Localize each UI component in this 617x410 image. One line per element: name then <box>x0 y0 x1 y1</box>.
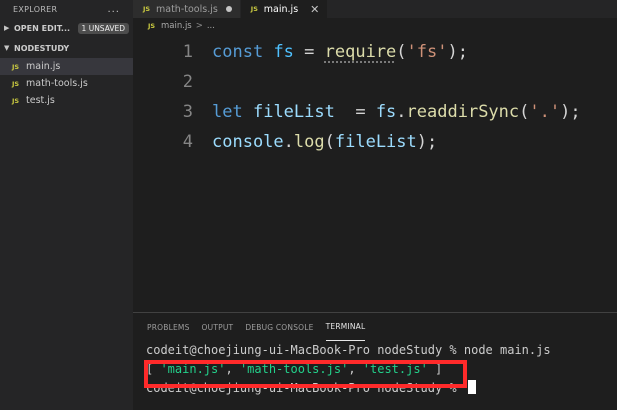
open-editors-label: OPEN EDIT... <box>14 23 71 33</box>
token: ( <box>324 132 335 152</box>
token: const <box>212 42 264 62</box>
file-name: main.js <box>26 61 61 72</box>
line-number: 4 <box>182 132 193 152</box>
project-section[interactable]: ▼ NODESTUDY <box>0 38 133 58</box>
token: ); <box>416 132 438 152</box>
token: '.' <box>529 102 561 122</box>
token: fileList <box>334 132 417 152</box>
breadcrumb-file[interactable]: main.js <box>161 21 192 31</box>
file-item-main-js[interactable]: JS main.js <box>0 58 133 75</box>
tab-output[interactable]: OUTPUT <box>202 313 234 341</box>
code-line: 3 let fileList = fs.readdirSync('.'); <box>133 97 617 127</box>
panel-tabbar: PROBLEMS OUTPUT DEBUG CONSOLE TERMINAL <box>133 313 617 341</box>
code-line: 4 console.log(fileList); <box>133 127 617 157</box>
open-editors-section[interactable]: ▶ OPEN EDIT... 1 UNSAVED <box>0 18 133 38</box>
code-text: console.log(fileList); <box>193 132 437 152</box>
tab-label: math-tools.js <box>156 3 218 15</box>
code-editor[interactable]: 1 const fs = require('fs'); 2 3 let file… <box>133 37 617 157</box>
tab-math-tools-js[interactable]: JS math-tools.js <box>133 0 241 18</box>
terminal-cursor <box>467 380 476 394</box>
close-icon[interactable]: ✕ <box>310 3 319 16</box>
explorer-header: EXPLORER ... <box>0 0 133 18</box>
token: = <box>293 42 325 62</box>
explorer-sidebar: EXPLORER ... ▶ OPEN EDIT... 1 UNSAVED ▼ … <box>0 0 133 410</box>
token: ( <box>519 102 530 122</box>
file-item-math-tools-js[interactable]: JS math-tools.js <box>0 75 133 92</box>
breadcrumb-separator: > <box>195 20 203 31</box>
token: require <box>324 42 397 62</box>
editor-tabbar: JS math-tools.js JS main.js ✕ <box>133 0 617 18</box>
line-number: 3 <box>182 102 193 122</box>
js-file-icon: JS <box>250 5 258 13</box>
more-actions-icon[interactable]: ... <box>107 4 120 15</box>
token: fs <box>375 102 397 122</box>
js-file-icon: JS <box>12 62 20 71</box>
tab-label: main.js <box>263 3 299 15</box>
file-name: math-tools.js <box>26 78 88 89</box>
unsaved-dot-icon[interactable] <box>225 6 232 12</box>
tab-terminal[interactable]: TERMINAL <box>325 313 366 341</box>
code-text: const fs = require('fs'); <box>193 42 468 62</box>
token: . <box>283 132 294 152</box>
project-label: NODESTUDY <box>14 43 70 53</box>
token: console <box>212 132 284 152</box>
breadcrumb: JS main.js > ... <box>133 18 617 33</box>
token: fileList <box>252 102 335 122</box>
js-file-icon: JS <box>143 5 151 13</box>
highlight-annotation-box <box>144 360 467 388</box>
tab-debug-console[interactable]: DEBUG CONSOLE <box>245 313 313 341</box>
js-file-icon: JS <box>12 79 20 88</box>
token: ); <box>560 102 581 122</box>
token: log <box>293 132 325 152</box>
unsaved-badge: 1 UNSAVED <box>77 22 129 34</box>
js-file-icon: JS <box>148 21 156 30</box>
token: ); <box>447 42 468 62</box>
code-line: 1 const fs = require('fs'); <box>133 37 617 67</box>
tab-problems[interactable]: PROBLEMS <box>147 313 190 341</box>
code-text: let fileList = fs.readdirSync('.'); <box>193 102 581 122</box>
terminal-line: codeit@choejiung-ui-MacBook-Pro nodeStud… <box>146 343 551 357</box>
token: ( <box>396 42 407 62</box>
js-file-icon: JS <box>12 96 20 105</box>
token: fs <box>273 42 294 62</box>
breadcrumb-rest[interactable]: ... <box>207 21 215 31</box>
token: 'fs' <box>406 42 448 62</box>
line-number: 2 <box>182 72 193 92</box>
editor-area: JS math-tools.js JS main.js ✕ JS main.js… <box>133 0 617 312</box>
line-number: 1 <box>182 42 193 62</box>
chevron-right-icon: ▶ <box>4 24 10 32</box>
file-item-test-js[interactable]: JS test.js <box>0 92 133 109</box>
file-name: test.js <box>26 95 55 106</box>
tab-main-js[interactable]: JS main.js ✕ <box>240 0 329 18</box>
token: = <box>334 102 376 122</box>
explorer-title: EXPLORER <box>13 4 58 14</box>
chevron-down-icon: ▼ <box>4 44 10 52</box>
token: . <box>396 102 407 122</box>
token: let <box>212 102 243 122</box>
code-line: 2 <box>133 67 617 97</box>
token: readdirSync <box>406 102 520 122</box>
